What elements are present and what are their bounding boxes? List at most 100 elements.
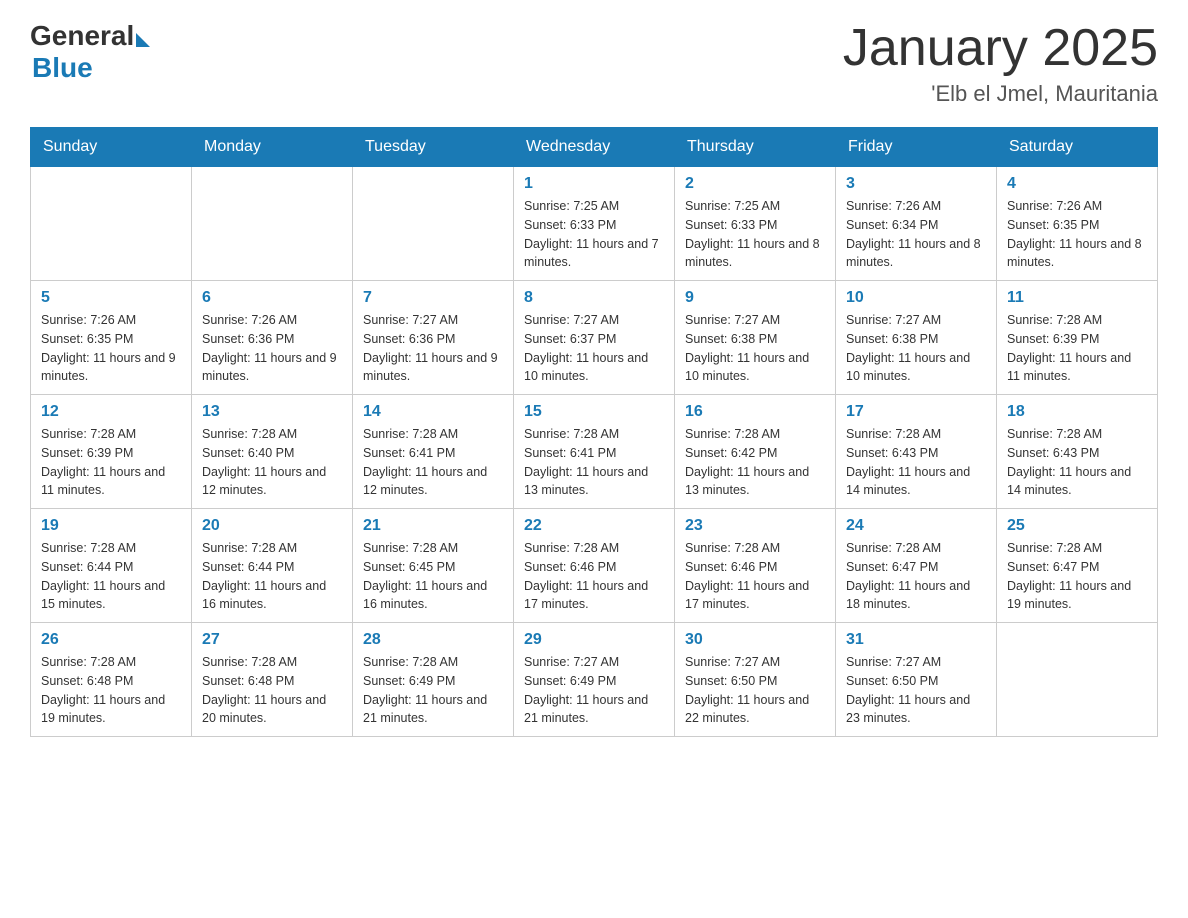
day-info: Sunrise: 7:27 AM Sunset: 6:37 PM Dayligh… (524, 311, 664, 386)
day-number: 28 (363, 631, 503, 649)
calendar-body: 1Sunrise: 7:25 AM Sunset: 6:33 PM Daylig… (31, 167, 1158, 737)
day-info: Sunrise: 7:28 AM Sunset: 6:48 PM Dayligh… (202, 653, 342, 728)
calendar-day-cell (31, 167, 192, 281)
calendar-day-cell: 11 Sunrise: 7:28 AM Sunset: 6:39 PM Dayli… (997, 281, 1158, 395)
day-info: Sunrise: 7:26 AM Sunset: 6:36 PM Dayligh… (202, 311, 342, 386)
day-number: 17 (846, 403, 986, 421)
calendar-day-cell: 9 Sunrise: 7:27 AM Sunset: 6:38 PM Daylig… (675, 281, 836, 395)
day-info: Sunrise: 7:26 AM Sunset: 6:34 PM Dayligh… (846, 197, 986, 272)
day-info: Sunrise: 7:25 AM Sunset: 6:33 PM Dayligh… (685, 197, 825, 272)
calendar-day-cell: 25 Sunrise: 7:28 AM Sunset: 6:47 PM Dayli… (997, 509, 1158, 623)
calendar-week-row: 19 Sunrise: 7:28 AM Sunset: 6:44 PM Dayli… (31, 509, 1158, 623)
day-info: Sunrise: 7:28 AM Sunset: 6:45 PM Dayligh… (363, 539, 503, 614)
day-of-week-header: Tuesday (353, 128, 514, 167)
day-number: 23 (685, 517, 825, 535)
day-of-week-header: Sunday (31, 128, 192, 167)
calendar-day-cell: 29Sunrise: 7:27 AM Sunset: 6:49 PM Dayli… (514, 623, 675, 737)
calendar-day-cell: 20 Sunrise: 7:28 AM Sunset: 6:44 PM Dayli… (192, 509, 353, 623)
calendar-day-cell: 14 Sunrise: 7:28 AM Sunset: 6:41 PM Dayli… (353, 395, 514, 509)
day-info: Sunrise: 7:27 AM Sunset: 6:36 PM Dayligh… (363, 311, 503, 386)
day-info: Sunrise: 7:28 AM Sunset: 6:41 PM Dayligh… (524, 425, 664, 500)
calendar-day-cell: 1Sunrise: 7:25 AM Sunset: 6:33 PM Daylig… (514, 167, 675, 281)
calendar-day-cell: 3 Sunrise: 7:26 AM Sunset: 6:34 PM Daylig… (836, 167, 997, 281)
calendar-header-row: SundayMondayTuesdayWednesdayThursdayFrid… (31, 128, 1158, 167)
day-number: 31 (846, 631, 986, 649)
calendar-day-cell: 22Sunrise: 7:28 AM Sunset: 6:46 PM Dayli… (514, 509, 675, 623)
day-number: 3 (846, 175, 986, 193)
day-info: Sunrise: 7:28 AM Sunset: 6:47 PM Dayligh… (846, 539, 986, 614)
location-title: 'Elb el Jmel, Mauritania (843, 81, 1158, 107)
calendar-day-cell: 21 Sunrise: 7:28 AM Sunset: 6:45 PM Dayli… (353, 509, 514, 623)
day-number: 20 (202, 517, 342, 535)
day-info: Sunrise: 7:28 AM Sunset: 6:40 PM Dayligh… (202, 425, 342, 500)
day-number: 8 (524, 289, 664, 307)
month-title: January 2025 (843, 20, 1158, 77)
day-info: Sunrise: 7:28 AM Sunset: 6:44 PM Dayligh… (202, 539, 342, 614)
day-number: 19 (41, 517, 181, 535)
calendar-day-cell (192, 167, 353, 281)
day-info: Sunrise: 7:28 AM Sunset: 6:43 PM Dayligh… (1007, 425, 1147, 500)
logo-general-text: General (30, 20, 134, 52)
day-number: 4 (1007, 175, 1147, 193)
calendar-day-cell: 18 Sunrise: 7:28 AM Sunset: 6:43 PM Dayli… (997, 395, 1158, 509)
logo-arrow-icon (136, 33, 150, 47)
day-number: 2 (685, 175, 825, 193)
day-info: Sunrise: 7:26 AM Sunset: 6:35 PM Dayligh… (41, 311, 181, 386)
day-info: Sunrise: 7:28 AM Sunset: 6:41 PM Dayligh… (363, 425, 503, 500)
day-info: Sunrise: 7:27 AM Sunset: 6:38 PM Dayligh… (685, 311, 825, 386)
day-number: 16 (685, 403, 825, 421)
day-number: 6 (202, 289, 342, 307)
day-number: 18 (1007, 403, 1147, 421)
day-number: 9 (685, 289, 825, 307)
day-info: Sunrise: 7:28 AM Sunset: 6:48 PM Dayligh… (41, 653, 181, 728)
calendar-day-cell: 16Sunrise: 7:28 AM Sunset: 6:42 PM Dayli… (675, 395, 836, 509)
day-number: 7 (363, 289, 503, 307)
calendar-day-cell: 23 Sunrise: 7:28 AM Sunset: 6:46 PM Dayli… (675, 509, 836, 623)
day-info: Sunrise: 7:28 AM Sunset: 6:43 PM Dayligh… (846, 425, 986, 500)
day-number: 11 (1007, 289, 1147, 307)
calendar-day-cell: 8 Sunrise: 7:27 AM Sunset: 6:37 PM Daylig… (514, 281, 675, 395)
day-number: 25 (1007, 517, 1147, 535)
day-number: 22 (524, 517, 664, 535)
calendar-day-cell: 27 Sunrise: 7:28 AM Sunset: 6:48 PM Dayli… (192, 623, 353, 737)
page-header: General Blue January 2025 'Elb el Jmel, … (30, 20, 1158, 107)
calendar-day-cell: 6 Sunrise: 7:26 AM Sunset: 6:36 PM Daylig… (192, 281, 353, 395)
day-number: 30 (685, 631, 825, 649)
calendar-week-row: 5Sunrise: 7:26 AM Sunset: 6:35 PM Daylig… (31, 281, 1158, 395)
logo: General Blue (30, 20, 150, 84)
calendar-day-cell: 12Sunrise: 7:28 AM Sunset: 6:39 PM Dayli… (31, 395, 192, 509)
day-number: 26 (41, 631, 181, 649)
day-of-week-header: Saturday (997, 128, 1158, 167)
calendar-day-cell (353, 167, 514, 281)
day-info: Sunrise: 7:26 AM Sunset: 6:35 PM Dayligh… (1007, 197, 1147, 272)
calendar-week-row: 1Sunrise: 7:25 AM Sunset: 6:33 PM Daylig… (31, 167, 1158, 281)
calendar-day-cell: 4 Sunrise: 7:26 AM Sunset: 6:35 PM Daylig… (997, 167, 1158, 281)
day-info: Sunrise: 7:28 AM Sunset: 6:44 PM Dayligh… (41, 539, 181, 614)
day-info: Sunrise: 7:27 AM Sunset: 6:50 PM Dayligh… (685, 653, 825, 728)
calendar-day-cell: 7 Sunrise: 7:27 AM Sunset: 6:36 PM Daylig… (353, 281, 514, 395)
calendar-day-cell: 17 Sunrise: 7:28 AM Sunset: 6:43 PM Dayli… (836, 395, 997, 509)
calendar-day-cell: 10Sunrise: 7:27 AM Sunset: 6:38 PM Dayli… (836, 281, 997, 395)
calendar-week-row: 26 Sunrise: 7:28 AM Sunset: 6:48 PM Dayli… (31, 623, 1158, 737)
calendar-day-cell: 24 Sunrise: 7:28 AM Sunset: 6:47 PM Dayli… (836, 509, 997, 623)
day-number: 29 (524, 631, 664, 649)
day-info: Sunrise: 7:28 AM Sunset: 6:39 PM Dayligh… (1007, 311, 1147, 386)
day-number: 13 (202, 403, 342, 421)
day-number: 21 (363, 517, 503, 535)
day-of-week-header: Friday (836, 128, 997, 167)
day-of-week-header: Wednesday (514, 128, 675, 167)
logo-blue-text: Blue (32, 52, 93, 84)
calendar-day-cell: 2 Sunrise: 7:25 AM Sunset: 6:33 PM Daylig… (675, 167, 836, 281)
day-info: Sunrise: 7:27 AM Sunset: 6:50 PM Dayligh… (846, 653, 986, 728)
calendar-day-cell: 28Sunrise: 7:28 AM Sunset: 6:49 PM Dayli… (353, 623, 514, 737)
calendar-day-cell: 26 Sunrise: 7:28 AM Sunset: 6:48 PM Dayli… (31, 623, 192, 737)
day-number: 14 (363, 403, 503, 421)
day-info: Sunrise: 7:28 AM Sunset: 6:46 PM Dayligh… (685, 539, 825, 614)
calendar-day-cell (997, 623, 1158, 737)
day-number: 15 (524, 403, 664, 421)
day-info: Sunrise: 7:28 AM Sunset: 6:47 PM Dayligh… (1007, 539, 1147, 614)
calendar-day-cell: 31 Sunrise: 7:27 AM Sunset: 6:50 PM Dayli… (836, 623, 997, 737)
day-info: Sunrise: 7:28 AM Sunset: 6:39 PM Dayligh… (41, 425, 181, 500)
day-number: 24 (846, 517, 986, 535)
day-number: 27 (202, 631, 342, 649)
